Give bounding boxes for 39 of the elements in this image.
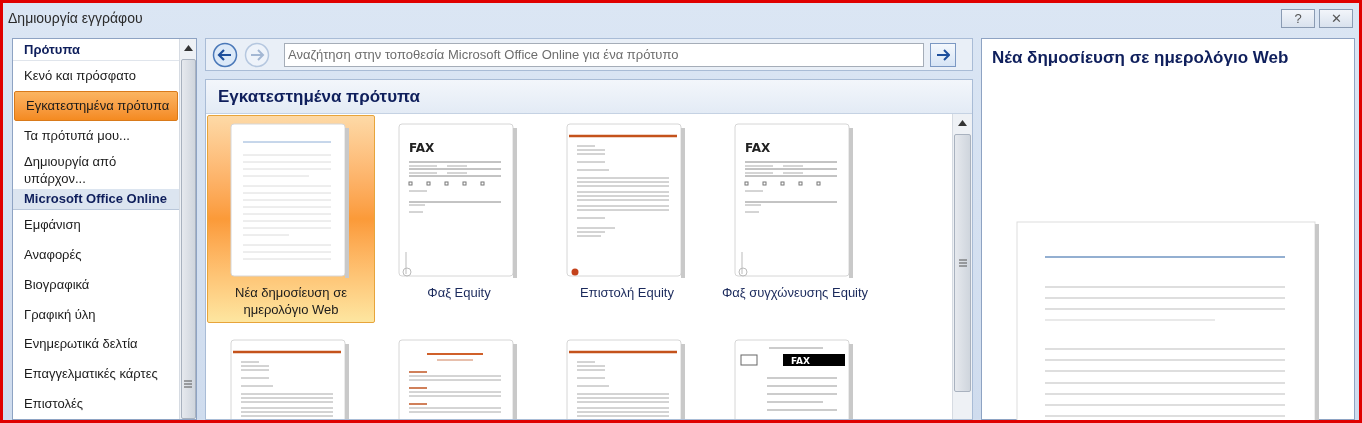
template-tile[interactable]: Επιστολή Equity <box>543 115 711 323</box>
category-item[interactable]: Ενημερωτικά δελτία <box>13 329 179 360</box>
category-item[interactable]: Κενό και πρόσφατο <box>13 60 179 91</box>
search-field[interactable]: Αναζήτηση στην τοποθεσία Microsoft Office Online για ένα πρότυπο <box>284 42 924 67</box>
category-item[interactable]: Τα πρότυπά μου... <box>13 120 179 151</box>
document-heading: FAX <box>745 141 771 155</box>
category-item[interactable]: Δημιουργία από υπάρχον... <box>13 150 163 189</box>
document-heading: FAX <box>409 141 435 155</box>
category-item[interactable]: Βιογραφικά <box>13 269 179 300</box>
grip-icon <box>184 380 192 388</box>
preview-title: Νέα δημοσίευση σε ημερολόγιο Web <box>991 47 1289 69</box>
category-item[interactable]: Επιστολές <box>13 389 179 419</box>
template-tile[interactable]: FAX <box>711 331 879 419</box>
close-button[interactable]: ✕ <box>1319 8 1353 28</box>
category-item[interactable]: Αναφορές <box>13 239 179 270</box>
template-name: Φαξ Equity <box>426 284 492 301</box>
scroll-up-icon[interactable] <box>183 45 193 51</box>
category-item[interactable]: Επαγγελματικές κάρτες <box>13 359 179 390</box>
window-title: Δημιουργία εγγράφου <box>8 8 143 28</box>
category-item[interactable]: Γραφική ύλη <box>13 299 179 330</box>
document-heading: FAX <box>791 356 811 366</box>
template-name: Επιστολή Equity <box>579 284 675 301</box>
template-name: Νέα δημοσίευση σε ημερολόγιο Web <box>234 284 348 318</box>
scrollbar[interactable] <box>952 114 972 419</box>
template-name: Φαξ συγχώνευσης Equity <box>720 284 870 301</box>
scrollbar-thumb[interactable] <box>954 134 971 392</box>
category-heading: Microsoft Office Online <box>13 188 179 210</box>
search-button[interactable] <box>930 42 956 67</box>
help-button[interactable]: ? <box>1281 8 1315 28</box>
grip-icon <box>958 259 967 267</box>
template-tile[interactable]: FAX Φαξ Equity <box>375 115 543 323</box>
back-icon[interactable] <box>212 41 238 68</box>
template-tile[interactable]: FAX Φαξ συγχώνευσης Equity <box>711 115 879 323</box>
template-tile[interactable]: Νέα δημοσίευση σε ημερολόγιο Web <box>207 115 375 323</box>
gallery-title: Εγκατεστημένα πρότυπα <box>218 85 421 108</box>
category-item[interactable]: Εγκατεστημένα πρότυπα <box>14 90 178 121</box>
scroll-up-icon[interactable] <box>958 120 967 126</box>
category-item[interactable]: Εμφάνιση <box>13 209 179 240</box>
arrow-right-icon <box>936 48 950 61</box>
